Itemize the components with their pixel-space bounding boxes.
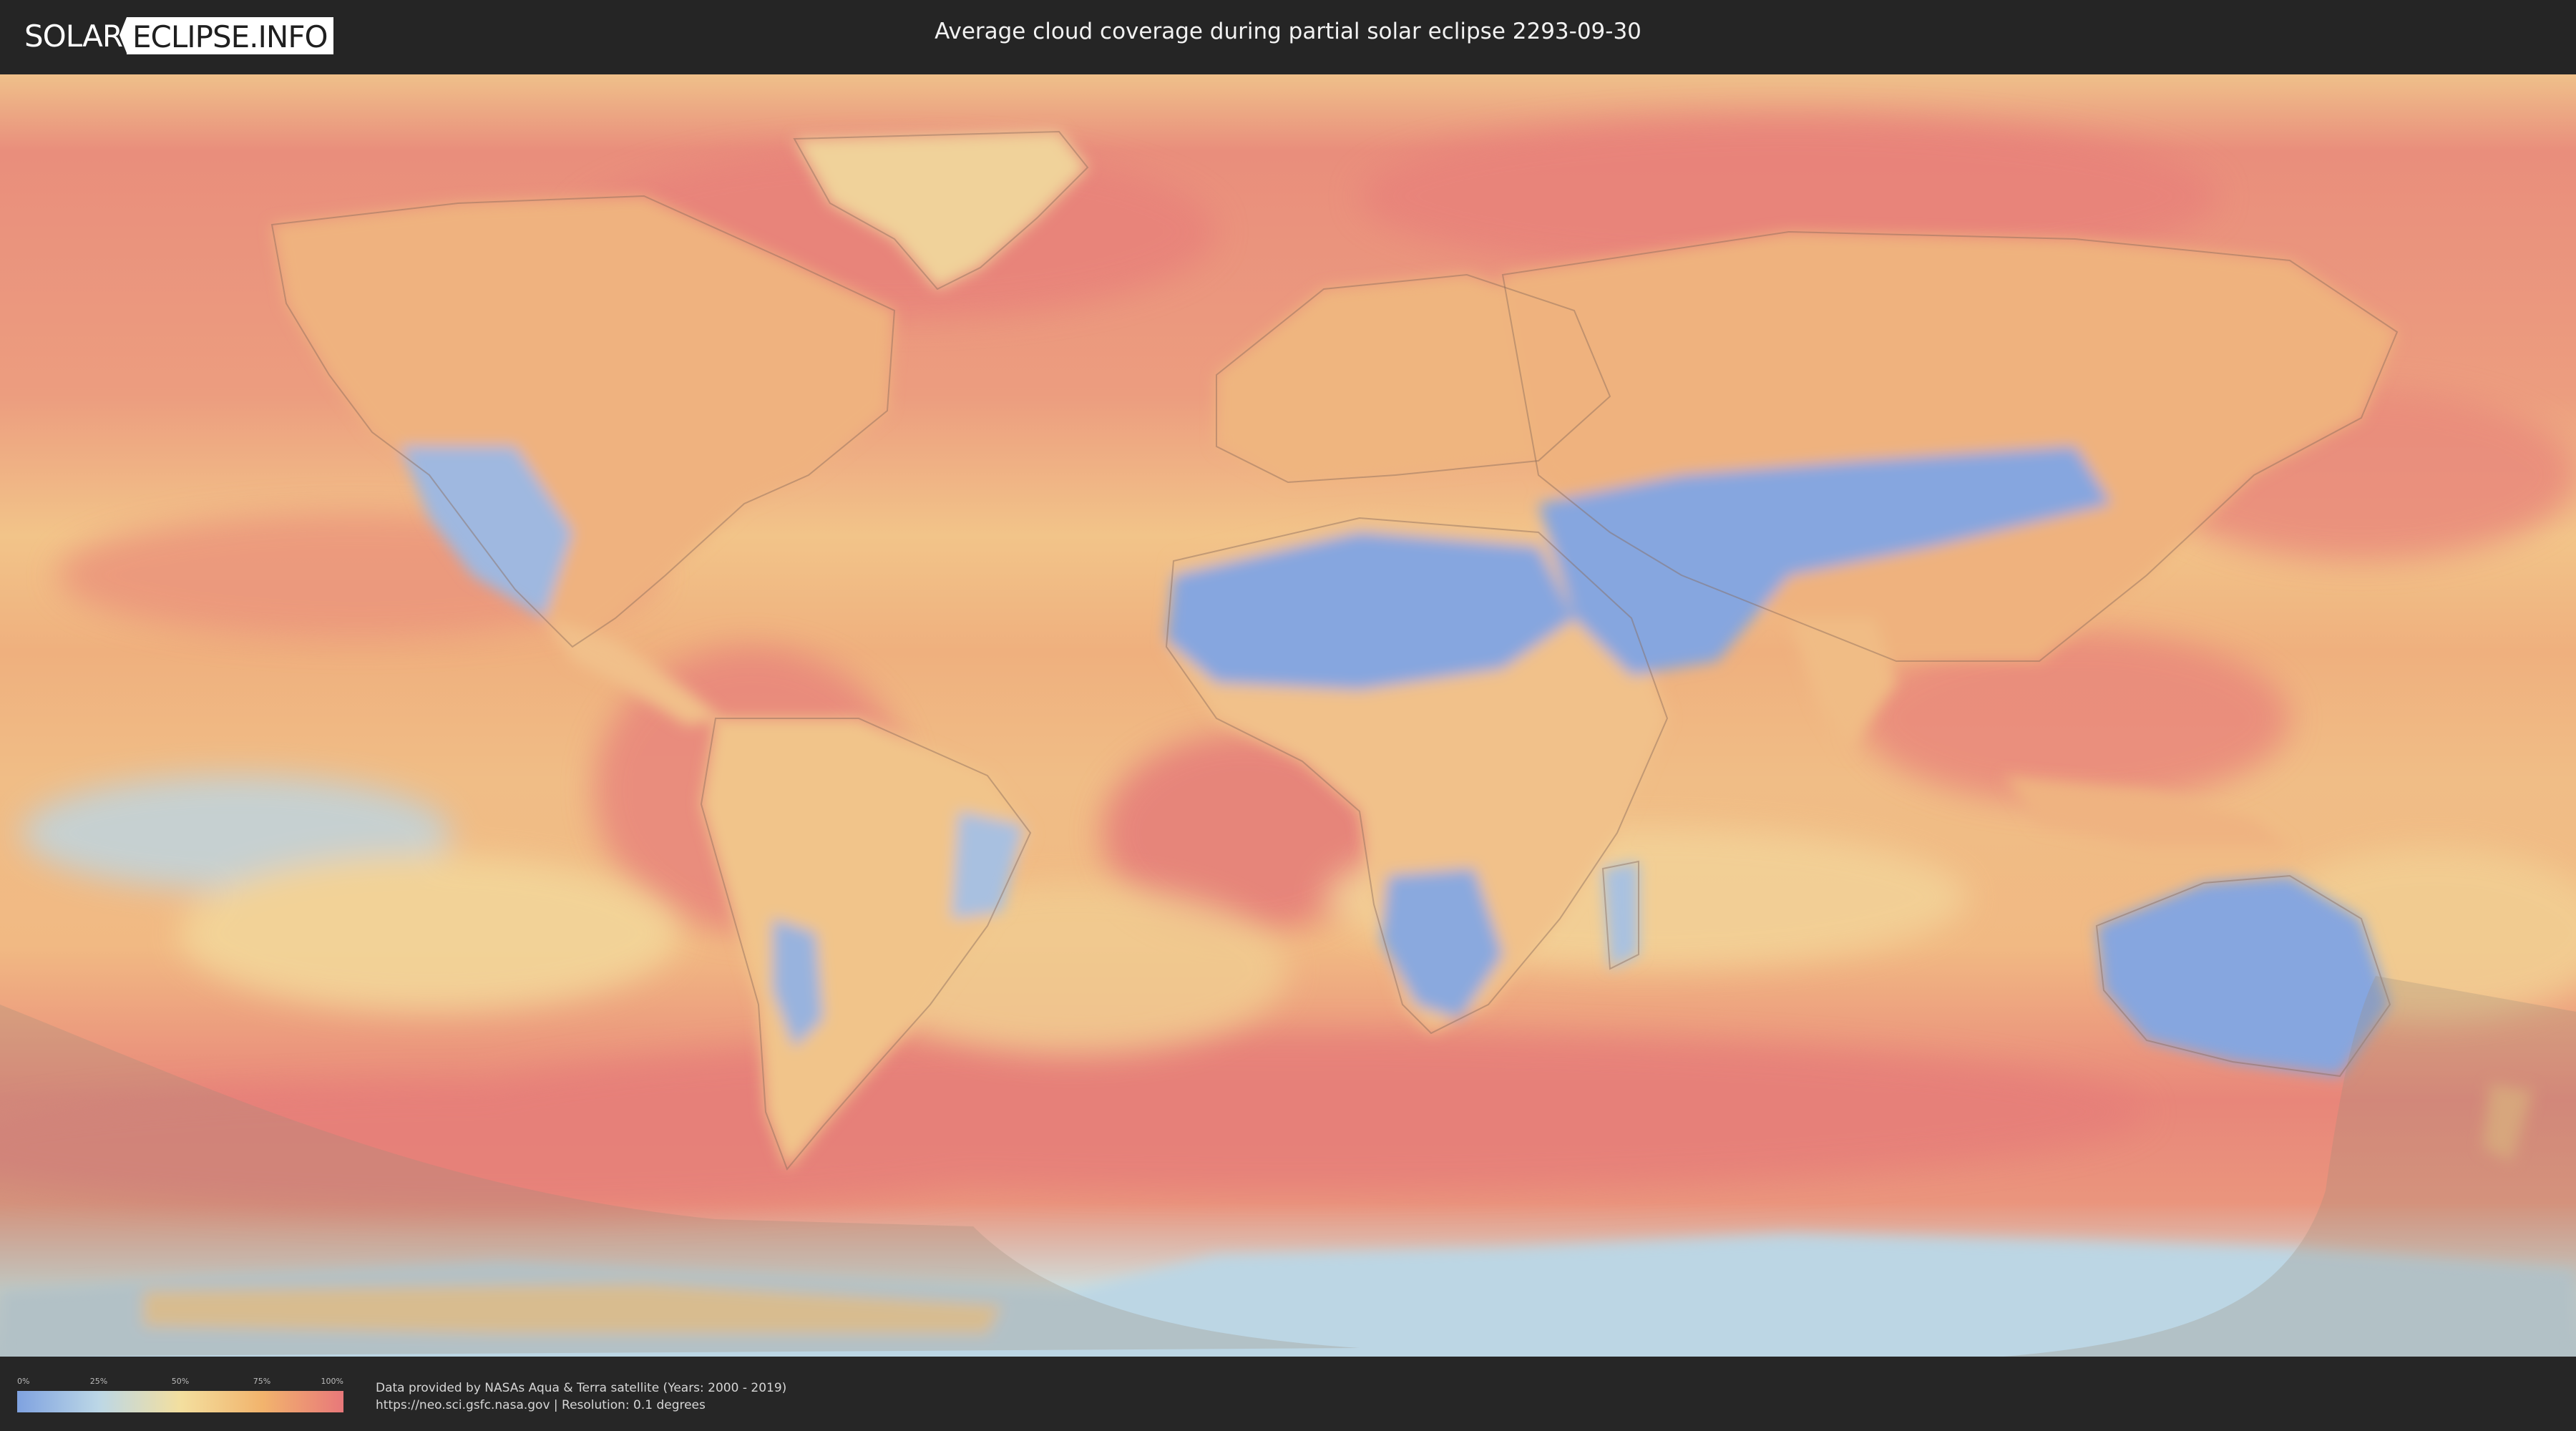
credits-line-2: https://neo.sci.gsfc.nasa.gov | Resoluti… (376, 1398, 706, 1412)
legend-tick-0: 0% (17, 1377, 30, 1386)
header: SOLAR ECLIPSE.INFO Average cloud coverag… (0, 0, 2576, 72)
footer: 0% 25% 50% 75% 100% Data provided by NAS… (0, 1359, 2576, 1431)
legend-color-bar (17, 1391, 343, 1412)
cloud-coverage-legend: 0% 25% 50% 75% 100% (17, 1377, 343, 1414)
page-title: Average cloud coverage during partial so… (935, 19, 1641, 44)
legend-tick-100: 100% (321, 1377, 343, 1386)
world-map-svg (0, 74, 2576, 1357)
legend-tick-25: 25% (89, 1377, 108, 1386)
legend-ticks: 0% 25% 50% 75% 100% (17, 1377, 343, 1390)
data-credits: Data provided by NASAs Aqua & Terra sate… (376, 1379, 786, 1414)
credits-line-1: Data provided by NASAs Aqua & Terra sate… (376, 1381, 787, 1395)
legend-tick-50: 50% (171, 1377, 190, 1386)
legend-tick-75: 75% (253, 1377, 271, 1386)
cloud-coverage-map (0, 74, 2576, 1357)
